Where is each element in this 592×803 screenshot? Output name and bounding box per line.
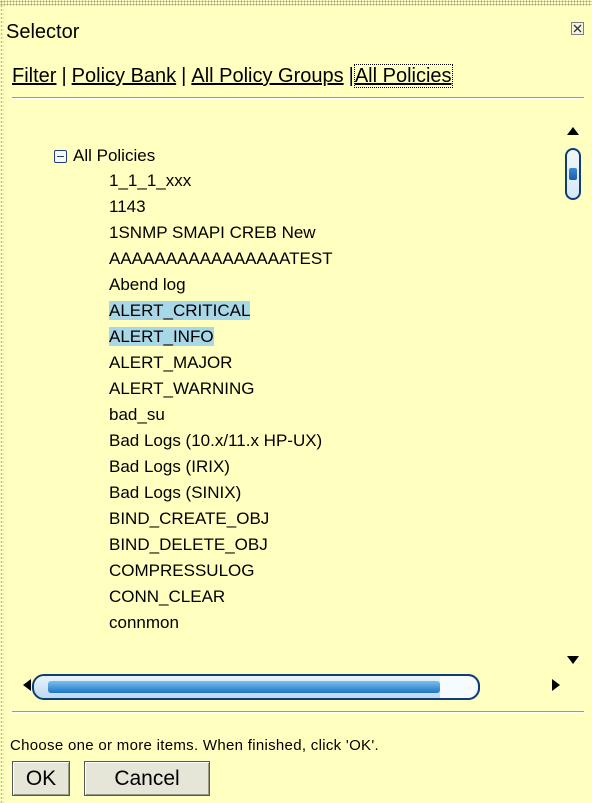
list-item-label: AAAAAAAAAAAAAAAATEST: [109, 249, 333, 268]
list-item-label: Bad Logs (10.x/11.x HP-UX): [109, 431, 323, 450]
cancel-button[interactable]: Cancel: [84, 761, 210, 796]
ok-button[interactable]: OK: [12, 761, 70, 796]
list-item[interactable]: 1143: [107, 197, 148, 223]
scroll-right-arrow-icon: [552, 679, 560, 691]
list-item[interactable]: 1SNMP SMAPI CREB New: [107, 223, 318, 249]
close-button[interactable]: [571, 22, 584, 35]
scroll-up-arrow-icon: [567, 127, 579, 135]
dialog-edge-texture: [0, 0, 4, 803]
list-item-label: 1143: [109, 197, 146, 216]
list-item[interactable]: Bad Logs (IRIX): [107, 457, 232, 483]
instructions-text: Choose one or more items. When finished,…: [10, 737, 379, 754]
close-icon: [573, 24, 582, 33]
tab-all-policies[interactable]: All Policies: [353, 64, 453, 88]
vertical-scroll-thumb[interactable]: [565, 148, 581, 200]
tree-root[interactable]: All Policies: [54, 146, 155, 166]
list-item[interactable]: ALERT_WARNING: [107, 379, 256, 405]
list-item-label: bad_su: [109, 405, 165, 424]
list-item[interactable]: Bad Logs (SINIX): [107, 483, 243, 509]
tab-bar: Filter | Policy Bank | All Policy Groups |All…: [12, 63, 453, 89]
list-item[interactable]: connmon: [107, 613, 181, 639]
list-item[interactable]: BIND_CREATE_OBJ: [107, 509, 271, 535]
list-item-label: CONN_CLEAR: [109, 587, 226, 606]
list-item-label: ALERT_INFO: [109, 327, 214, 346]
vertical-scrollbar[interactable]: [562, 118, 584, 675]
tree-root-label: All Policies: [73, 146, 156, 165]
list-item[interactable]: Abend log: [107, 275, 188, 301]
tab-all-policy-groups[interactable]: All Policy Groups: [191, 65, 343, 87]
collapse-icon[interactable]: [54, 149, 67, 163]
list-item[interactable]: COMPRESSULOG: [107, 561, 256, 587]
list-item[interactable]: ALERT_INFO: [107, 327, 216, 353]
list-item[interactable]: bad_su: [107, 405, 167, 431]
list-item-label: connmon: [109, 613, 179, 632]
tab-separator: |: [181, 65, 187, 87]
list-item-label: Bad Logs (IRIX): [109, 457, 230, 476]
policy-list: 1_1_1_xxx 1143 1SNMP SMAPI CREB New AAAAAAA…: [109, 171, 335, 639]
list-item-label: 1SNMP SMAPI CREB New: [109, 223, 316, 242]
tab-filter[interactable]: Filter: [12, 65, 56, 87]
scroll-left-arrow-icon: [23, 679, 31, 691]
list-item-label: ALERT_MAJOR: [109, 353, 233, 372]
list-item[interactable]: AAAAAAAAAAAAAAAATEST: [107, 249, 335, 275]
list-item[interactable]: Bad Logs (10.x/11.x HP-UX): [107, 431, 324, 457]
list-item-label: 1_1_1_xxx: [109, 171, 192, 190]
tab-policy-bank[interactable]: Policy Bank: [72, 65, 177, 87]
title-bar-texture: [0, 0, 592, 6]
tab-separator: |: [61, 65, 67, 87]
list-item-label: ALERT_WARNING: [109, 379, 255, 398]
list-item-label: BIND_DELETE_OBJ: [109, 535, 268, 554]
divider: [12, 711, 584, 713]
divider: [12, 97, 584, 99]
horizontal-scroll-thumb[interactable]: [32, 674, 480, 700]
list-item[interactable]: CONN_CLEAR: [107, 587, 227, 613]
list-item-label: COMPRESSULOG: [109, 561, 255, 580]
list-item[interactable]: ALERT_CRITICAL: [107, 301, 252, 327]
list-item[interactable]: BIND_DELETE_OBJ: [107, 535, 270, 561]
list-item-label: ALERT_CRITICAL: [109, 301, 251, 320]
list-item-label: Abend log: [109, 275, 186, 294]
dialog-title: Selector: [6, 21, 80, 43]
list-item[interactable]: ALERT_MAJOR: [107, 353, 234, 379]
list-item-label: Bad Logs (SINIX): [109, 483, 242, 502]
list-item[interactable]: 1_1_1_xxx: [107, 171, 193, 197]
scroll-down-arrow-icon: [567, 656, 579, 664]
list-item-label: BIND_CREATE_OBJ: [109, 509, 270, 528]
tab-separator: |: [348, 65, 354, 87]
